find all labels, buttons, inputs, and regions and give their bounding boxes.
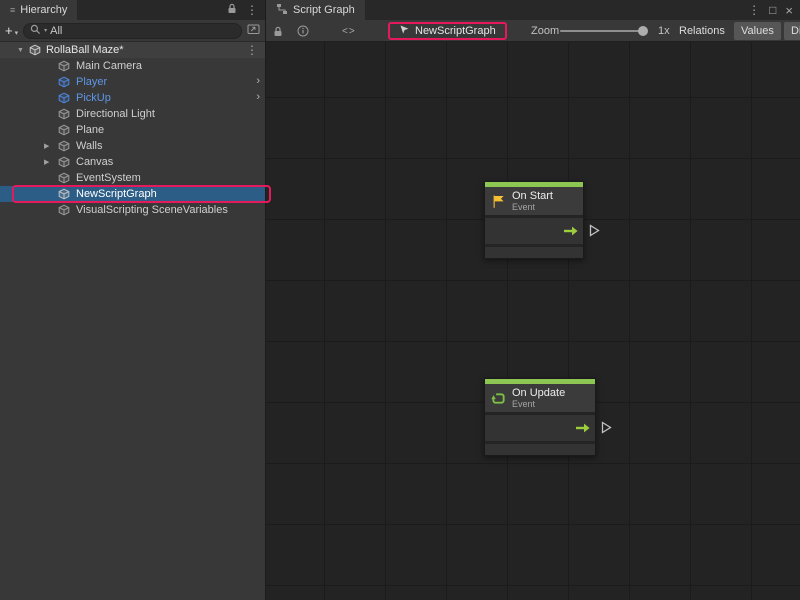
add-object-button[interactable]: + ▾ xyxy=(5,23,18,38)
gameobject-icon xyxy=(58,140,70,152)
loop-icon xyxy=(491,391,506,406)
gameobject-icon xyxy=(58,172,70,184)
maximize-icon[interactable]: □ xyxy=(769,4,776,16)
relations-button[interactable]: Relations xyxy=(672,22,732,40)
kebab-menu-icon[interactable]: ⋮ xyxy=(748,4,760,16)
plus-icon: + xyxy=(5,23,13,38)
zoom-slider-track[interactable] xyxy=(560,30,646,32)
hierarchy-row-pickup[interactable]: PickUp › xyxy=(0,90,265,106)
scene-name: RollaBall Maze* xyxy=(46,44,124,56)
script-graph-tab-icon xyxy=(276,3,288,18)
foldout-expand-icon[interactable]: ▶ xyxy=(44,142,49,150)
hierarchy-row-canvas[interactable]: ▶ Canvas xyxy=(0,154,265,170)
gameobject-icon xyxy=(58,188,70,200)
hierarchy-row-scenevariables[interactable]: VisualScripting SceneVariables xyxy=(0,202,265,218)
unity-editor-window: ≡ Hierarchy ⋮ + ▾ ▾ xyxy=(0,0,800,600)
node-subtitle: Event xyxy=(512,399,565,409)
flag-icon xyxy=(491,194,506,209)
node-port-row xyxy=(485,218,583,244)
script-graph-tab-label: Script Graph xyxy=(293,4,355,16)
script-graph-panel: Script Graph ⋮ □ × <> NewScriptGraph xyxy=(265,0,800,600)
caret-down-icon: ▾ xyxy=(15,29,19,37)
close-icon[interactable]: × xyxy=(785,4,793,17)
row-label: VisualScripting SceneVariables xyxy=(76,204,228,216)
hierarchy-row-eventsystem[interactable]: EventSystem xyxy=(0,170,265,186)
node-port-row xyxy=(485,415,595,441)
code-view-icon[interactable]: <> xyxy=(342,20,356,42)
node-title: On Update xyxy=(512,387,565,399)
row-label: Plane xyxy=(76,124,104,136)
row-label: NewScriptGraph xyxy=(76,188,157,200)
row-label: Player xyxy=(76,76,107,88)
hierarchy-tab-icon: ≡ xyxy=(10,6,15,15)
node-footer xyxy=(485,247,583,258)
prefab-icon xyxy=(58,76,70,88)
node-header[interactable]: On Update Event xyxy=(485,384,595,412)
graph-asset-icon xyxy=(399,24,410,38)
zoom-slider[interactable] xyxy=(560,20,646,42)
lock-icon[interactable] xyxy=(227,3,237,17)
row-label: PickUp xyxy=(76,92,111,104)
hierarchy-row-plane[interactable]: Plane xyxy=(0,122,265,138)
hierarchy-tabbar: ≡ Hierarchy ⋮ xyxy=(0,0,265,20)
dim-button[interactable]: Di xyxy=(784,22,800,40)
search-icon xyxy=(30,24,41,38)
hierarchy-panel: ≡ Hierarchy ⋮ + ▾ ▾ xyxy=(0,0,265,600)
hierarchy-toolbar: + ▾ ▾ xyxy=(0,20,265,42)
prefab-open-chevron-icon[interactable]: › xyxy=(256,91,260,103)
flow-port-icon[interactable] xyxy=(601,421,612,434)
scene-kebab-icon[interactable]: ⋮ xyxy=(246,43,258,57)
row-label: Main Camera xyxy=(76,60,142,72)
scene-foldout-icon[interactable]: ▼ xyxy=(17,47,24,54)
node-header[interactable]: On Start Event xyxy=(485,187,583,215)
node-on-start[interactable]: On Start Event xyxy=(484,181,584,259)
flow-output-arrow-icon[interactable] xyxy=(564,226,578,236)
hierarchy-row-walls[interactable]: ▶ Walls xyxy=(0,138,265,154)
hierarchy-tab-label: Hierarchy xyxy=(20,4,67,16)
node-on-update[interactable]: On Update Event xyxy=(484,378,596,456)
graph-lock-icon[interactable] xyxy=(273,20,283,42)
hierarchy-row-newscriptgraph[interactable]: NewScriptGraph xyxy=(0,186,265,202)
scene-header-row[interactable]: ▼ RollaBall Maze* ⋮ xyxy=(0,42,265,58)
foldout-expand-icon[interactable]: ▶ xyxy=(44,158,49,166)
hierarchy-row-main-camera[interactable]: Main Camera xyxy=(0,58,265,74)
gameobject-icon xyxy=(58,108,70,120)
tab-script-graph[interactable]: Script Graph xyxy=(266,0,365,20)
search-input[interactable] xyxy=(50,25,235,37)
hierarchy-search-field[interactable]: ▾ xyxy=(23,23,242,39)
zoom-value: 1x xyxy=(658,20,670,42)
graph-name-label: NewScriptGraph xyxy=(415,25,496,37)
tab-hierarchy[interactable]: ≡ Hierarchy xyxy=(0,0,77,20)
gameobject-icon xyxy=(58,204,70,216)
search-filter-caret-icon[interactable]: ▾ xyxy=(44,27,47,34)
zoom-slider-handle[interactable] xyxy=(638,26,648,36)
hierarchy-row-directional-light[interactable]: Directional Light xyxy=(0,106,265,122)
graph-tabbar: Script Graph ⋮ □ × xyxy=(266,0,800,20)
gameobject-icon xyxy=(58,124,70,136)
graph-toolbar: <> NewScriptGraph Zoom 1x Relations Valu… xyxy=(266,20,800,42)
prefab-open-chevron-icon[interactable]: › xyxy=(256,75,260,87)
hierarchy-row-player[interactable]: Player › xyxy=(0,74,265,90)
row-label: Walls xyxy=(76,140,102,152)
node-title: On Start xyxy=(512,190,553,202)
node-subtitle: Event xyxy=(512,202,553,212)
row-label: EventSystem xyxy=(76,172,141,184)
open-search-window-icon[interactable] xyxy=(247,23,260,38)
values-button[interactable]: Values xyxy=(734,22,781,40)
kebab-menu-icon[interactable]: ⋮ xyxy=(246,4,258,16)
row-label: Directional Light xyxy=(76,108,155,120)
zoom-label: Zoom xyxy=(531,20,559,42)
row-label: Canvas xyxy=(76,156,113,168)
prefab-icon xyxy=(58,92,70,104)
graph-canvas[interactable]: On Start Event xyxy=(266,42,800,600)
node-footer xyxy=(485,444,595,455)
gameobject-icon xyxy=(58,60,70,72)
graph-name-annotation[interactable]: NewScriptGraph xyxy=(388,22,507,40)
unity-scene-icon xyxy=(29,44,41,56)
flow-output-arrow-icon[interactable] xyxy=(576,423,590,433)
flow-port-icon[interactable] xyxy=(589,224,600,237)
hierarchy-tree: ▼ RollaBall Maze* ⋮ Main Camera Player ›… xyxy=(0,42,265,600)
gameobject-icon xyxy=(58,156,70,168)
info-icon[interactable] xyxy=(297,20,309,42)
